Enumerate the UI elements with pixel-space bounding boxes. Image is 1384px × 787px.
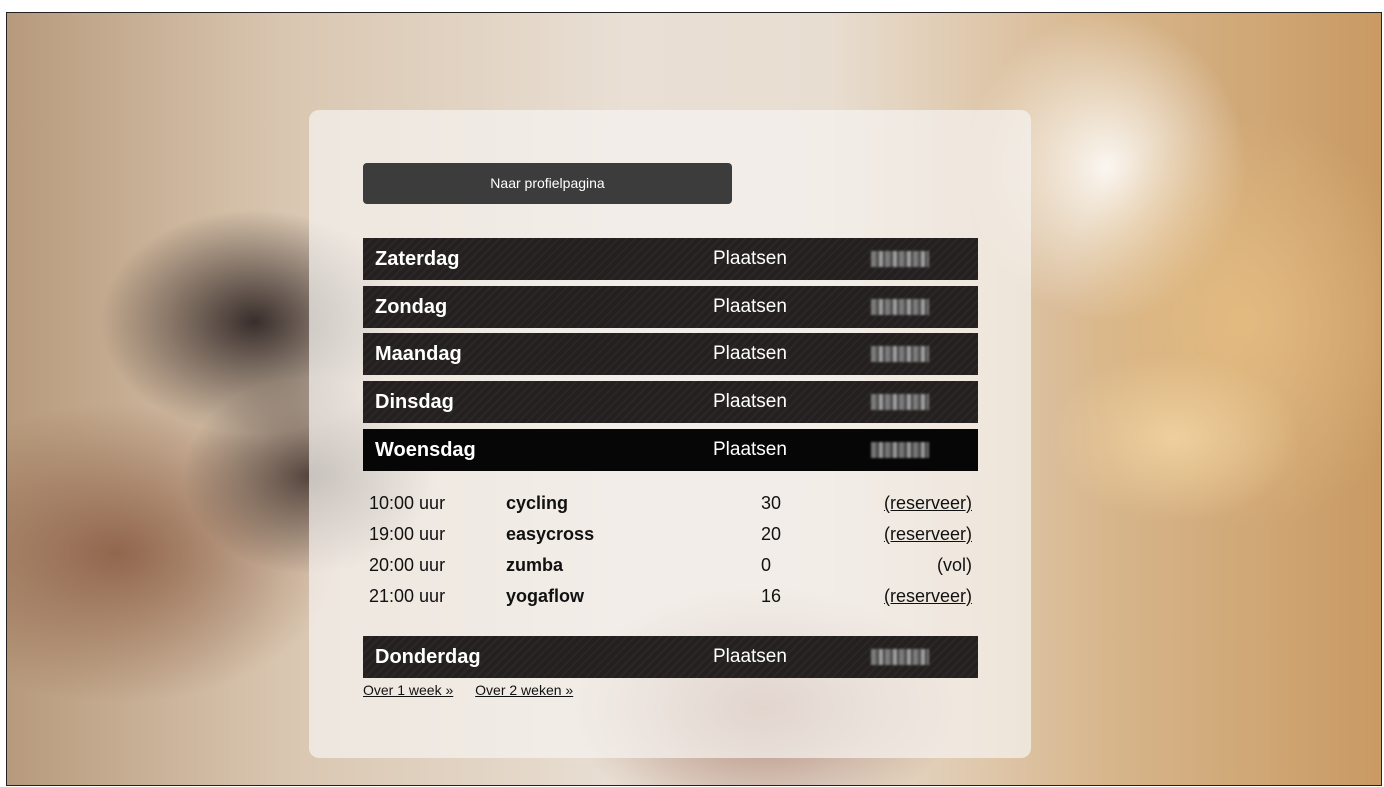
lesson-name: easycross xyxy=(506,524,595,544)
lesson-row: 10:00 uur cycling 30 (reserveer) xyxy=(363,490,978,521)
background-photo: Naar profielpagina Zaterdag Plaatsen Zon… xyxy=(6,12,1382,786)
lesson-time: 10:00 uur xyxy=(369,493,446,513)
lesson-places: 30 xyxy=(761,493,782,513)
day-name: Dinsdag xyxy=(375,391,454,413)
lesson-name: cycling xyxy=(506,493,569,513)
reserve-link[interactable]: (reserveer) xyxy=(884,586,972,607)
reserve-link[interactable]: (reserveer) xyxy=(884,524,972,545)
lesson-places: 0 xyxy=(761,555,772,575)
schedule-panel: Naar profielpagina Zaterdag Plaatsen Zon… xyxy=(309,110,1031,758)
full-status: (vol) xyxy=(937,555,972,575)
day-places-label: Plaatsen xyxy=(713,296,787,317)
day-row-maandag[interactable]: Maandag Plaatsen xyxy=(363,333,978,375)
day-row-dinsdag[interactable]: Dinsdag Plaatsen xyxy=(363,381,978,423)
day-row-zondag[interactable]: Zondag Plaatsen xyxy=(363,286,978,328)
day-places-label: Plaatsen xyxy=(713,248,787,269)
day-row-donderdag[interactable]: Donderdag Plaatsen xyxy=(363,636,978,678)
lesson-time: 21:00 uur xyxy=(369,586,446,606)
week-navigation: Over 1 week » Over 2 weken » xyxy=(363,682,591,698)
day-date-redacted xyxy=(871,346,929,362)
two-weeks-link[interactable]: Over 2 weken » xyxy=(475,682,573,698)
next-week-link[interactable]: Over 1 week » xyxy=(363,682,453,698)
day-name: Woensdag xyxy=(375,439,476,461)
day-name: Zondag xyxy=(375,296,448,318)
lesson-places: 20 xyxy=(761,524,782,544)
lesson-time: 19:00 uur xyxy=(369,524,446,544)
lesson-row: 21:00 uur yogaflow 16 (reserveer) xyxy=(363,583,978,614)
day-name: Donderdag xyxy=(375,646,481,668)
day-date-redacted xyxy=(871,442,929,458)
day-name: Maandag xyxy=(375,343,462,365)
day-date-redacted xyxy=(871,649,929,665)
day-date-redacted xyxy=(871,251,929,267)
lesson-name: yogaflow xyxy=(506,586,585,606)
lesson-row: 20:00 uur zumba 0 (vol) xyxy=(363,552,978,583)
lesson-row: 19:00 uur easycross 20 (reserveer) xyxy=(363,521,978,552)
day-row-woensdag[interactable]: Woensdag Plaatsen xyxy=(363,429,978,471)
day-row-zaterdag[interactable]: Zaterdag Plaatsen xyxy=(363,238,978,280)
day-places-label: Plaatsen xyxy=(713,646,787,667)
day-date-redacted xyxy=(871,299,929,315)
lesson-places: 16 xyxy=(761,586,782,606)
reserve-link[interactable]: (reserveer) xyxy=(884,493,972,514)
lesson-name: zumba xyxy=(506,555,564,575)
day-places-label: Plaatsen xyxy=(713,391,787,412)
lesson-time: 20:00 uur xyxy=(369,555,446,575)
day-places-label: Plaatsen xyxy=(713,439,787,460)
profile-page-button[interactable]: Naar profielpagina xyxy=(363,163,732,204)
lesson-list: 10:00 uur cycling 30 (reserveer) 19:00 u… xyxy=(363,490,978,614)
day-places-label: Plaatsen xyxy=(713,343,787,364)
day-date-redacted xyxy=(871,394,929,410)
day-name: Zaterdag xyxy=(375,248,460,270)
